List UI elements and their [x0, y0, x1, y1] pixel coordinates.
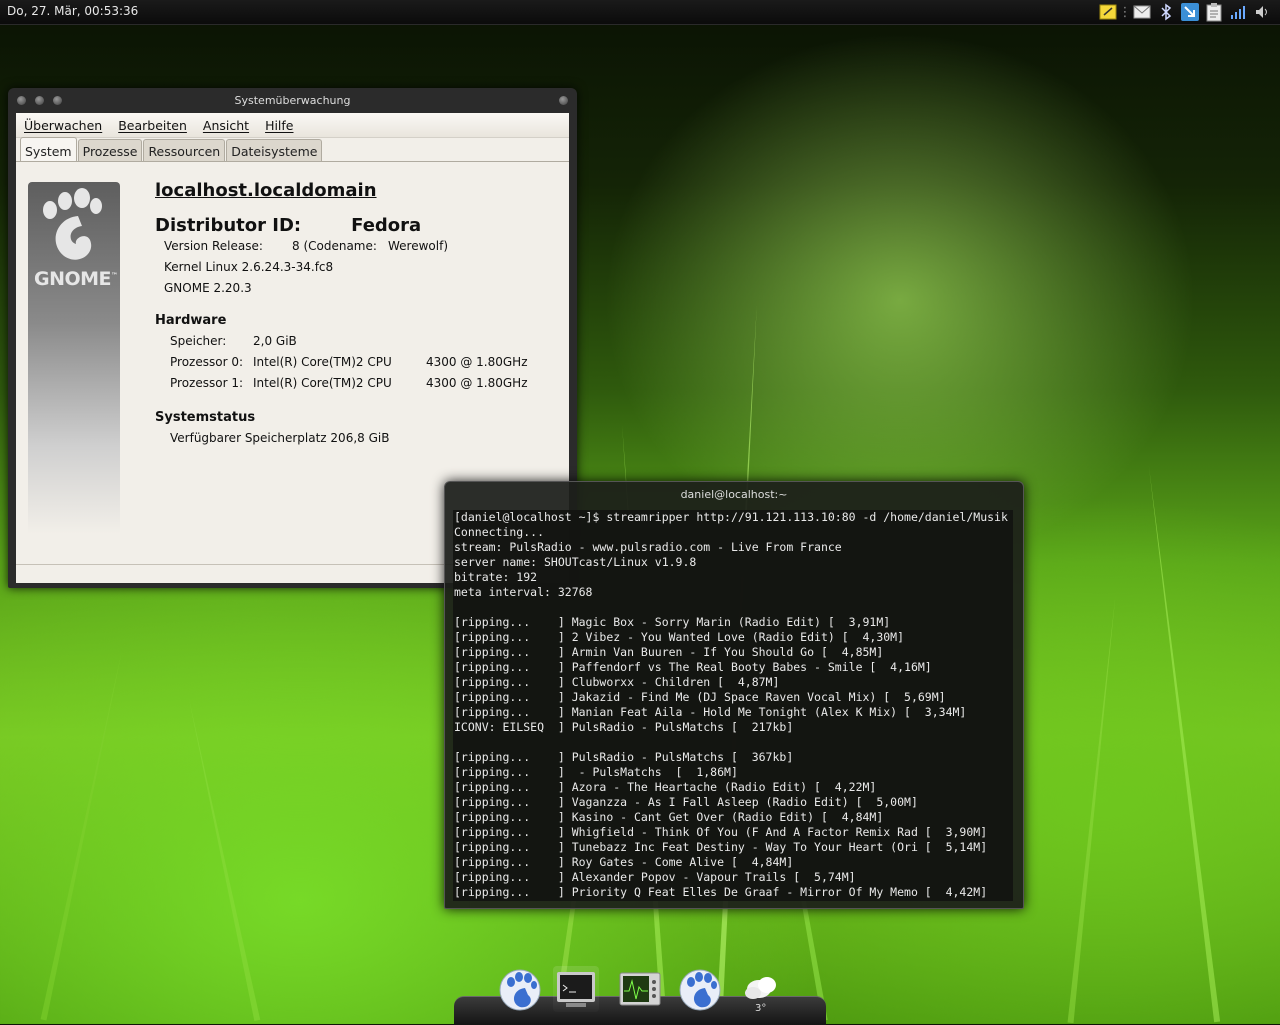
cpu1-row: Prozessor 1: Intel(R) Core(TM)2 CPU 4300 @… [155, 373, 528, 394]
version-label: Version Release: [164, 239, 263, 253]
terminal-line: [ripping... ] Manian Feat Aila - Hold Me… [454, 705, 967, 719]
gnome-foot-icon [43, 188, 102, 260]
terminal-line: [ripping... ] Paffendorf vs The Real Boo… [454, 660, 932, 674]
signal-icon[interactable] [1228, 2, 1248, 22]
terminal-icon [557, 972, 595, 1007]
terminal-line: stream: PulsRadio - www.pulsradio.com - … [454, 540, 842, 554]
window-title: daniel@localhost:~ [680, 488, 788, 501]
version-value: 8 (Codename: [292, 239, 377, 253]
clock[interactable]: Do, 27. Mär, 00:53:36 [7, 4, 138, 18]
window-titlebar[interactable]: Systemüberwachung [8, 88, 577, 112]
terminal-line: [ripping... ] Roy Gates - Come Alive [ 4… [454, 855, 794, 869]
gnome-version: GNOME 2.20.3 [164, 281, 252, 295]
gnome-foot-icon [679, 969, 721, 1011]
tab-prozesse[interactable]: Prozesse [77, 139, 143, 162]
terminal-line: [ripping... ] Priority Q Feat Elles De G… [454, 885, 988, 899]
cpu1-value: Intel(R) Core(TM)2 CPU [253, 376, 392, 390]
terminal-line: [ripping... ] Kasino - Cant Get Over (Ra… [454, 810, 884, 824]
codename-value: Werewolf) [388, 239, 448, 253]
mail-icon[interactable] [1132, 2, 1152, 22]
version-row: Version Release: 8 (Codename: Werewolf) [155, 236, 528, 257]
terminal-line: Connecting... [454, 525, 545, 539]
terminal-line: [daniel@localhost ~]$ streamripper http:… [454, 510, 1008, 524]
grass-blade [40, 647, 126, 1021]
gnome-foot-icon [499, 969, 541, 1011]
dock-item-system-monitor[interactable] [617, 966, 663, 1012]
grass-blade [1067, 594, 1119, 1024]
system-tray: ⋮ [1098, 2, 1272, 22]
terminal-line: [ripping... ] Vaganzza - As I Fall Aslee… [454, 795, 918, 809]
notes-icon[interactable] [1098, 2, 1118, 22]
terminal-line: ICONV: EILSEQ ] PulsRadio - PulsMatchs [… [454, 720, 794, 734]
dock-item-gnome-foot[interactable] [497, 966, 543, 1012]
cpu1-speed: 4300 @ 1.80GHz [426, 376, 528, 390]
dock-item-terminal[interactable] [553, 966, 599, 1012]
terminal-line: [ripping... ] PulsRadio - PulsMatchs [ 3… [454, 750, 794, 764]
terminal-window[interactable]: daniel@localhost:~ [daniel@localhost ~]$… [444, 481, 1024, 909]
terminal-line: [ripping... ] Clubworxx - Children [ 4,8… [454, 675, 780, 689]
menu-bearbeiten[interactable]: Bearbeiten [118, 118, 187, 133]
terminal-line: [ripping... ] Magic Box - Sorry Marin (R… [454, 615, 891, 629]
terminal-line: server name: SHOUTcast/Linux v1.9.8 [454, 555, 697, 569]
volume-icon[interactable] [1252, 2, 1272, 22]
distributor-label: Distributor ID: [155, 215, 302, 236]
hostname: localhost.localdomain [155, 180, 377, 201]
memory-value: 2,0 GiB [253, 334, 297, 348]
window-title: Systemüberwachung [234, 94, 351, 107]
terminal-output[interactable]: [daniel@localhost ~]$ streamripper http:… [453, 510, 1013, 901]
system-info: localhost.localdomain Distributor ID: Fed… [155, 180, 528, 449]
cpu0-speed: 4300 @ 1.80GHz [426, 355, 528, 369]
grass-blade [1145, 465, 1221, 1023]
cpu0-label: Prozessor 0: [170, 355, 243, 369]
system-monitor-icon [619, 972, 661, 1006]
gnome-logo-panel: GNOME™ [28, 182, 120, 534]
top-panel: Do, 27. Mär, 00:53:36 ⋮ [0, 0, 1280, 25]
terminal-line: meta interval: 32768 [454, 585, 593, 599]
terminal-line: [ripping... ] Whigfield - Think Of You (… [454, 825, 988, 839]
dock-item-gnome-foot-2[interactable] [677, 966, 723, 1012]
menu-ueberwachen[interactable]: Überwachen [24, 118, 102, 133]
menubar: Überwachen Bearbeiten Ansicht Hilfe [16, 113, 569, 138]
disk-row: Verfügbarer Speicherplatz 206,8 GiB [155, 428, 528, 449]
tab-bar: System Prozesse Ressourcen Dateisysteme [20, 137, 323, 165]
bluetooth-icon[interactable] [1156, 2, 1176, 22]
disk-label: Verfügbarer Speicherplatz [170, 431, 327, 445]
grass-blade [185, 696, 261, 1022]
menu-ansicht[interactable]: Ansicht [203, 118, 249, 133]
tab-dateisysteme[interactable]: Dateisysteme [226, 139, 323, 162]
memory-label: Speicher: [170, 334, 227, 348]
distributor-row: Distributor ID: Fedora [155, 215, 528, 236]
memory-row: Speicher: 2,0 GiB [155, 331, 528, 352]
network-icon[interactable] [1180, 2, 1200, 22]
terminal-line: [ripping... ] - PulsMatchs [ 1,86M] [454, 765, 738, 779]
hardware-header: Hardware [155, 313, 227, 328]
tab-ressourcen[interactable]: Ressourcen [143, 139, 226, 162]
terminal-line: [ripping... ] Azora - The Heartache (Rad… [454, 780, 877, 794]
terminal-line: [ripping... ] Alexander Popov - Vapour T… [454, 870, 856, 884]
cpu1-label: Prozessor 1: [170, 376, 243, 390]
terminal-line: [ripping... ] Tunebazz Inc Feat Destiny … [454, 840, 988, 854]
kernel-version: Kernel Linux 2.6.24.3-34.fc8 [164, 260, 334, 274]
distributor-value: Fedora [351, 215, 422, 236]
terminal-line: [ripping... ] 2 Vibez - You Wanted Love … [454, 630, 905, 644]
terminal-line: [ripping... ] Armin Van Buuren - If You … [454, 645, 884, 659]
window-menu-button[interactable] [559, 96, 568, 105]
clipboard-icon[interactable] [1204, 2, 1224, 22]
menu-hilfe[interactable]: Hilfe [265, 118, 293, 133]
cpu0-value: Intel(R) Core(TM)2 CPU [253, 355, 392, 369]
terminal-line: bitrate: 192 [454, 570, 538, 584]
gnome-logo-text: GNOME™ [34, 268, 118, 290]
separator-icon: ⋮ [1118, 4, 1132, 20]
cpu0-row: Prozessor 0: Intel(R) Core(TM)2 CPU 4300 @… [155, 352, 528, 373]
disk-value: 206,8 GiB [330, 431, 390, 445]
systemstatus-header: Systemstatus [155, 410, 256, 425]
weather-temperature: 3° [755, 1003, 767, 1014]
terminal-line: [ripping... ] Jakazid - Find Me (DJ Spac… [454, 690, 946, 704]
